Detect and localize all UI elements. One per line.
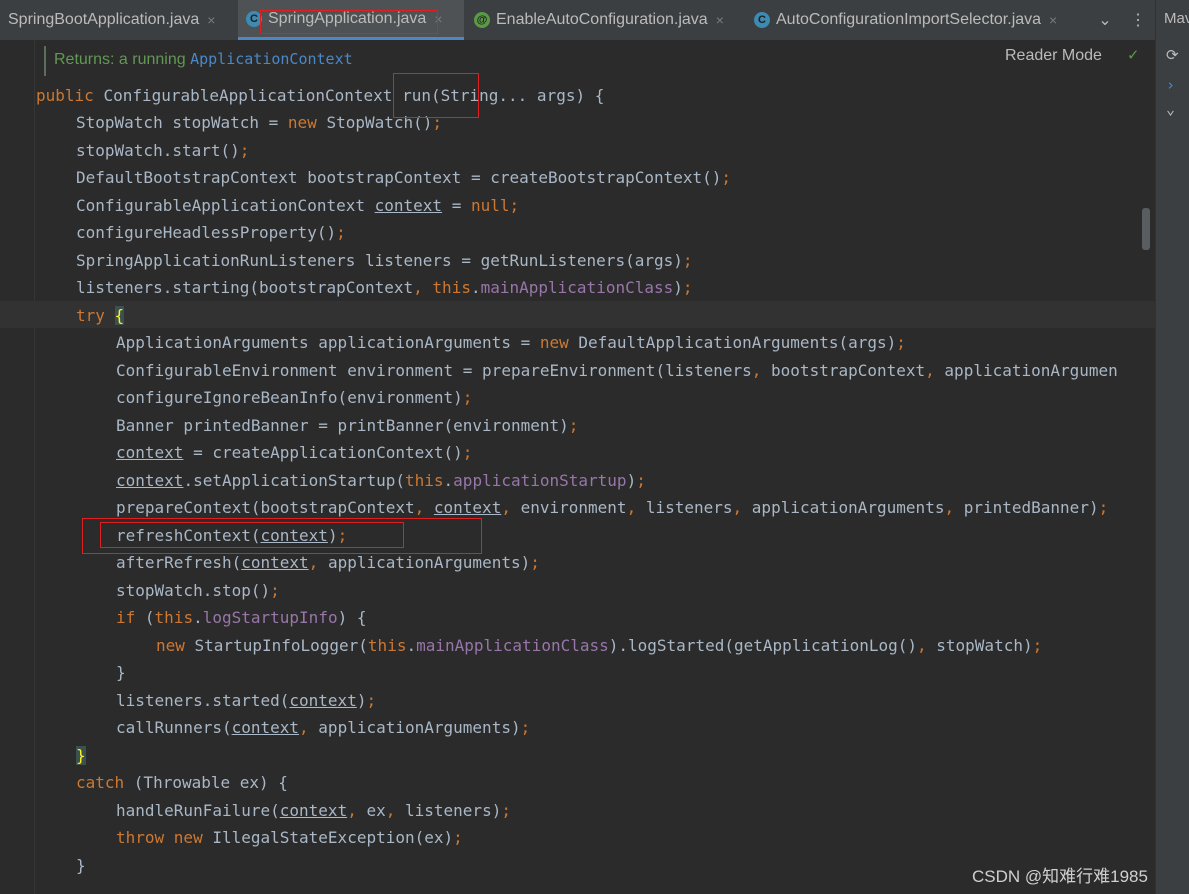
code-line: StopWatch stopWatch = new StopWatch(); — [76, 113, 443, 132]
tab-autoconfigurationimportselector[interactable]: C AutoConfigurationImportSelector.java × — [750, 0, 1085, 40]
code-line: stopWatch.start(); — [76, 141, 250, 160]
code-line: configureHeadlessProperty(); — [76, 223, 346, 242]
code-line: if (this.logStartupInfo) { — [116, 608, 367, 627]
tab-label: EnableAutoConfiguration.java — [496, 11, 708, 28]
code-line: Banner printedBanner = printBanner(envir… — [116, 416, 579, 435]
code-line: callRunners(context, applicationArgument… — [116, 718, 531, 737]
tab-enableautoconfiguration[interactable]: @ EnableAutoConfiguration.java × — [470, 0, 744, 40]
more-menu-icon[interactable]: ⋮ — [1126, 0, 1150, 40]
code-line: context.setApplicationStartup(this.appli… — [116, 471, 646, 490]
code-line: } — [116, 663, 126, 682]
code-line: ApplicationArguments applicationArgument… — [116, 333, 906, 352]
watermark: CSDN @知难行难1985 — [972, 867, 1148, 886]
code-line: throw new IllegalStateException(ex); — [116, 828, 463, 847]
tab-label: SpringBootApplication.java — [8, 11, 200, 28]
java-class-icon: C — [754, 12, 770, 28]
code-line: afterRefresh(context, applicationArgumen… — [116, 553, 540, 572]
rendered-doc-comment: Returns: a running ApplicationContext — [54, 50, 353, 69]
check-icon: ✓ — [1128, 45, 1139, 65]
code-line: configureIgnoreBeanInfo(environment); — [116, 388, 473, 407]
code-line: try { — [76, 306, 125, 325]
editor-tab-bar: SpringBootApplication.java × C SpringApp… — [0, 0, 1155, 41]
right-tool-strip: Mav ⟳ › ⌄ — [1155, 0, 1189, 894]
tab-springbootapplication[interactable]: SpringBootApplication.java × — [0, 0, 233, 40]
maven-panel-label[interactable]: Mav — [1164, 10, 1189, 27]
code-line: listeners.started(context); — [116, 691, 377, 710]
code-line-refresh-context: refreshContext(context); — [116, 526, 348, 545]
tab-springapplication[interactable]: C SpringApplication.java × — [238, 0, 464, 40]
code-line: listeners.starting(bootstrapContext, thi… — [76, 278, 693, 297]
code-line: stopWatch.stop(); — [116, 581, 280, 600]
tab-label: SpringApplication.java — [268, 9, 427, 27]
close-icon[interactable]: × — [716, 12, 724, 28]
gutter-separator — [34, 40, 35, 894]
code-line: DefaultBootstrapContext bootstrapContext… — [76, 168, 732, 187]
method-name-run: run — [402, 86, 431, 105]
refresh-icon[interactable]: ⟳ — [1166, 46, 1179, 64]
code-line: } — [76, 856, 86, 875]
code-line: ConfigurableEnvironment environment = pr… — [116, 361, 1118, 380]
tab-label: AutoConfigurationImportSelector.java — [776, 11, 1042, 28]
java-class-icon: C — [246, 10, 262, 27]
reader-mode-toggle[interactable]: Reader Mode — [1005, 47, 1102, 65]
code-line: prepareContext(bootstrapContext, context… — [116, 498, 1109, 517]
doc-comment-bar — [44, 46, 46, 76]
code-line: catch (Throwable ex) { — [76, 773, 288, 792]
caret-line-highlight — [0, 301, 1155, 328]
close-icon[interactable]: × — [1049, 12, 1057, 28]
close-icon[interactable]: × — [434, 11, 442, 27]
code-line: context = createApplicationContext(); — [116, 443, 473, 462]
chevron-down-icon[interactable]: ⌄ — [1166, 100, 1175, 118]
code-line: ConfigurableApplicationContext context =… — [76, 196, 520, 215]
vertical-scrollbar-thumb[interactable] — [1142, 208, 1150, 250]
code-line: handleRunFailure(context, ex, listeners)… — [116, 801, 511, 820]
doc-returns-type-link[interactable]: ApplicationContext — [190, 50, 353, 68]
code-line: new StartupInfoLogger(this.mainApplicati… — [156, 636, 1043, 655]
doc-returns-label: Returns: a running — [54, 51, 186, 68]
code-line: SpringApplicationRunListeners listeners … — [76, 251, 693, 270]
chevron-right-icon[interactable]: › — [1166, 76, 1175, 94]
annotation-icon: @ — [474, 12, 490, 28]
code-line: public ConfigurableApplicationContext ru… — [36, 86, 605, 105]
close-icon[interactable]: × — [207, 12, 215, 28]
code-editor[interactable]: Returns: a running ApplicationContext Re… — [0, 40, 1155, 894]
code-line: } — [76, 746, 86, 765]
chevron-down-icon[interactable]: ⌄ — [1092, 0, 1118, 40]
